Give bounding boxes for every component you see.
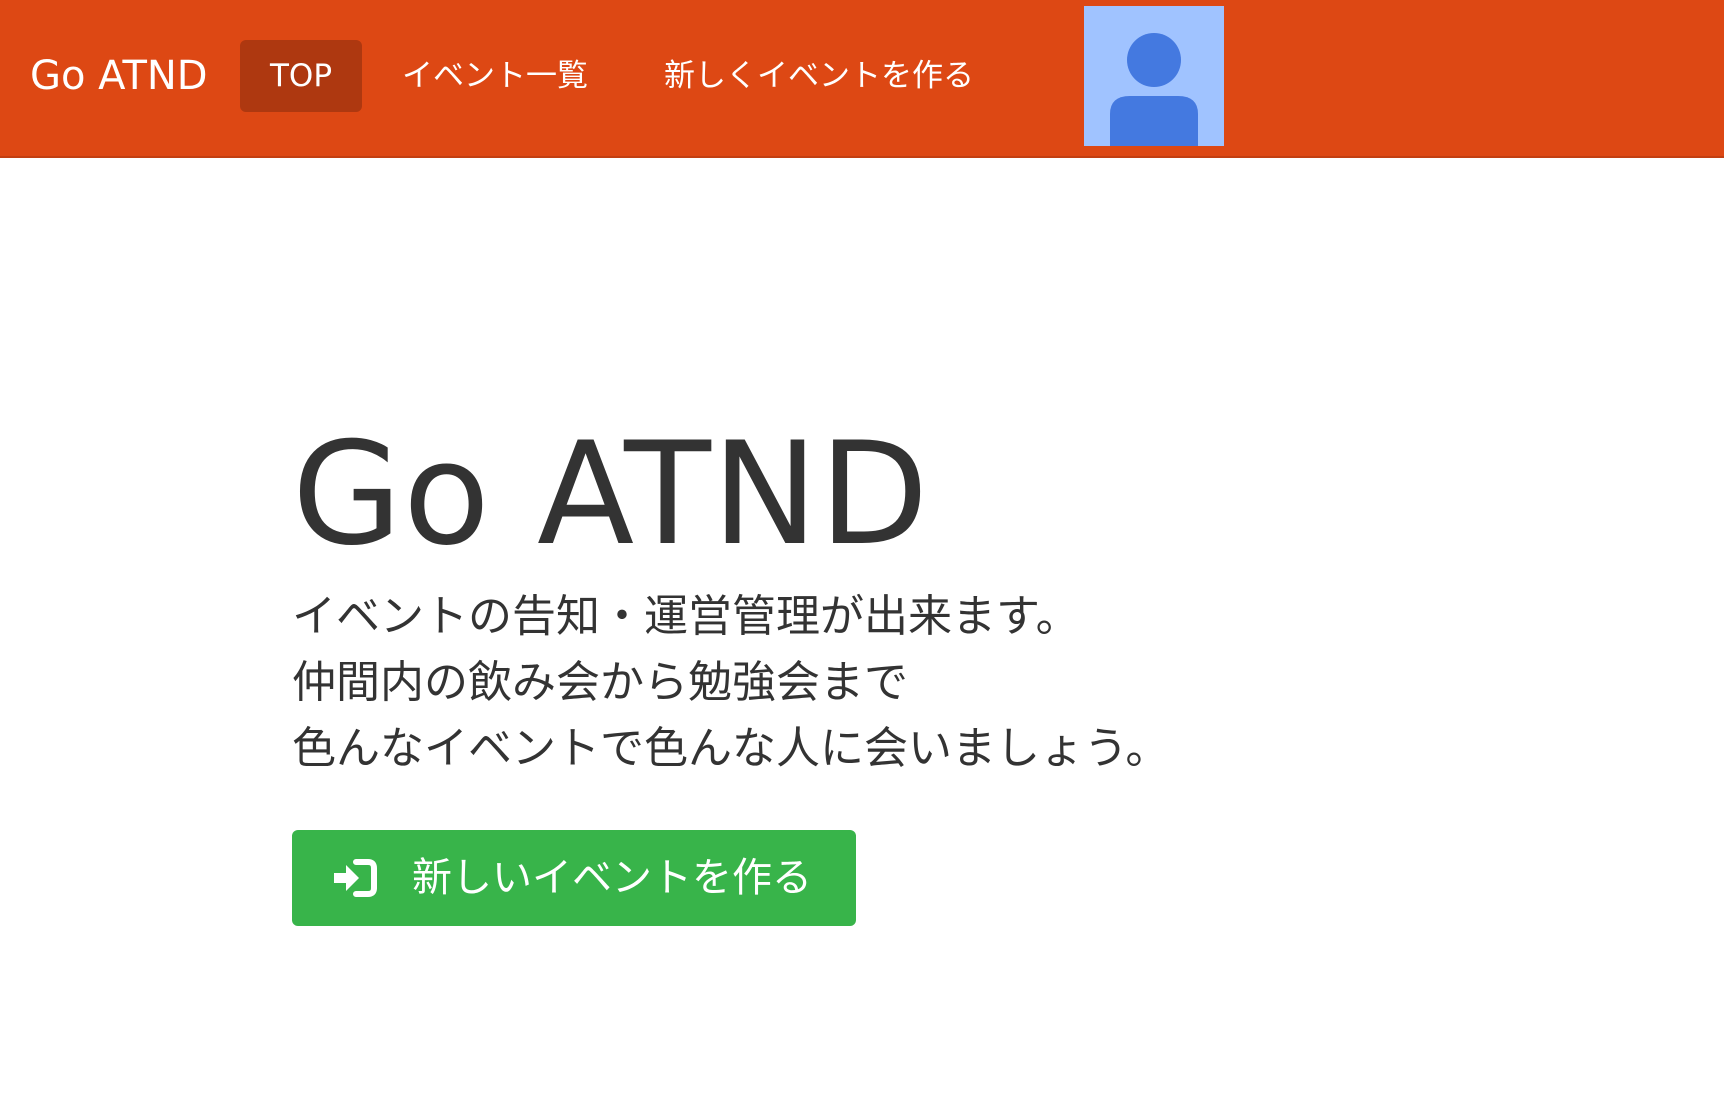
navbar: Go ATND TOP イベント一覧 新しくイベントを作る: [0, 0, 1724, 158]
create-event-button[interactable]: 新しいイベントを作る: [292, 830, 856, 926]
hero: Go ATND イベントの告知・運営管理が出来ます。 仲間内の飲み会から勉強会ま…: [292, 420, 1492, 782]
user-silhouette-icon: [1110, 33, 1198, 146]
hero-line: 色んなイベントで色んな人に会いましょう。: [292, 723, 1170, 774]
brand-link[interactable]: Go ATND: [30, 40, 208, 112]
nav-item-create-event[interactable]: 新しくイベントを作る: [664, 40, 974, 112]
hero-line: イベントの告知・運営管理が出来ます。: [292, 591, 1080, 642]
create-event-label: 新しいイベントを作る: [412, 855, 812, 901]
sign-in-icon: [334, 859, 377, 897]
hero-line: 仲間内の飲み会から勉強会まで: [292, 657, 908, 708]
nav-item-event-list[interactable]: イベント一覧: [402, 40, 588, 112]
user-avatar-icon[interactable]: [1084, 6, 1224, 146]
hero-description: イベントの告知・運営管理が出来ます。 仲間内の飲み会から勉強会まで 色んなイベン…: [292, 584, 1492, 782]
nav-item-top[interactable]: TOP: [240, 40, 362, 112]
hero-title: Go ATND: [292, 412, 930, 577]
